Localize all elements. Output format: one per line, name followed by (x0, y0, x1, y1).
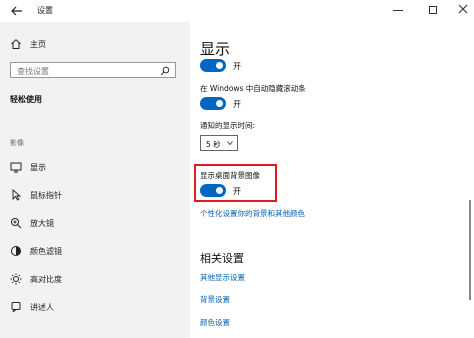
toggle-state-label: 开 (233, 187, 241, 196)
title-bar: 设置 (0, 0, 474, 22)
scrollbar-thumb[interactable] (469, 200, 471, 300)
contrast-icon (10, 273, 22, 285)
search-icon[interactable] (160, 66, 170, 76)
auto-hide-scrollbar-label: 在 Windows 中自动隐藏滚动条 (200, 84, 306, 93)
sidebar-item-narrator[interactable]: 讲述人 (0, 296, 190, 320)
sidebar-item-color-filters[interactable]: 颜色滤镜 (0, 240, 190, 264)
search-placeholder: 查找设置 (17, 67, 49, 76)
group-label: 影像 (10, 139, 24, 147)
minimize-button[interactable] (393, 10, 403, 11)
page-title: 显示 (200, 40, 231, 58)
window-title: 设置 (37, 6, 53, 15)
toggle-row-1: 开 (200, 59, 320, 75)
sidebar-item-label: 高对比度 (30, 275, 62, 284)
home-icon (11, 39, 21, 49)
toggle-row-2: 开 (200, 97, 320, 113)
related-link-display[interactable]: 其他显示设置 (200, 272, 245, 283)
sidebar-item-label: 显示 (30, 163, 46, 172)
dropdown-value: 5 秒 (206, 140, 221, 149)
toggle-state-label: 开 (233, 62, 241, 71)
toggle-row-3: 开 (200, 184, 320, 200)
sidebar-item-label: 放大镜 (30, 219, 54, 228)
sidebar-item-home[interactable]: 主页 (0, 33, 190, 57)
main-content: 显示 开 在 Windows 中自动隐藏滚动条 开 通知的显示时间: 5 秒 显… (190, 22, 464, 338)
mouse-pointer-icon (12, 189, 22, 201)
chevron-down-icon (227, 141, 233, 145)
sidebar-item-magnifier[interactable]: 放大镜 (0, 212, 190, 236)
color-filter-icon (11, 246, 21, 256)
related-settings-title: 相关设置 (200, 252, 244, 265)
related-link-background[interactable]: 背景设置 (200, 294, 230, 305)
section-title: 轻松使用 (10, 95, 42, 104)
magnifier-icon (11, 218, 22, 229)
monitor-icon (10, 162, 22, 173)
personalize-link[interactable]: 个性化设置你的背景和其他颜色 (200, 208, 305, 219)
toggle-switch-2[interactable] (200, 97, 226, 110)
narrator-icon (11, 302, 21, 313)
related-link-colors[interactable]: 颜色设置 (200, 317, 230, 328)
back-arrow-icon[interactable] (10, 4, 24, 18)
toggle-switch-1[interactable] (200, 59, 226, 72)
sidebar: 主页 查找设置 轻松使用 影像 显示 鼠标指针 放大镜 颜色滤镜 高对比度 讲述… (0, 22, 190, 338)
sidebar-item-display[interactable]: 显示 (0, 156, 190, 180)
toggle-switch-3[interactable] (200, 184, 226, 197)
toggle-state-label: 开 (233, 100, 241, 109)
search-input[interactable]: 查找设置 (10, 62, 176, 78)
sidebar-item-label: 颜色滤镜 (30, 247, 62, 256)
desktop-background-label: 显示桌面背景图像 (200, 171, 260, 180)
sidebar-item-mouse-pointer[interactable]: 鼠标指针 (0, 184, 190, 208)
notification-duration-dropdown[interactable]: 5 秒 (200, 135, 238, 151)
maximize-button[interactable] (429, 6, 437, 14)
sidebar-item-label: 鼠标指针 (30, 191, 62, 200)
sidebar-item-label: 讲述人 (30, 303, 54, 312)
notification-duration-label: 通知的显示时间: (200, 121, 256, 130)
sidebar-item-label: 主页 (30, 40, 46, 49)
close-button[interactable] (457, 3, 469, 15)
sidebar-item-high-contrast[interactable]: 高对比度 (0, 268, 190, 292)
